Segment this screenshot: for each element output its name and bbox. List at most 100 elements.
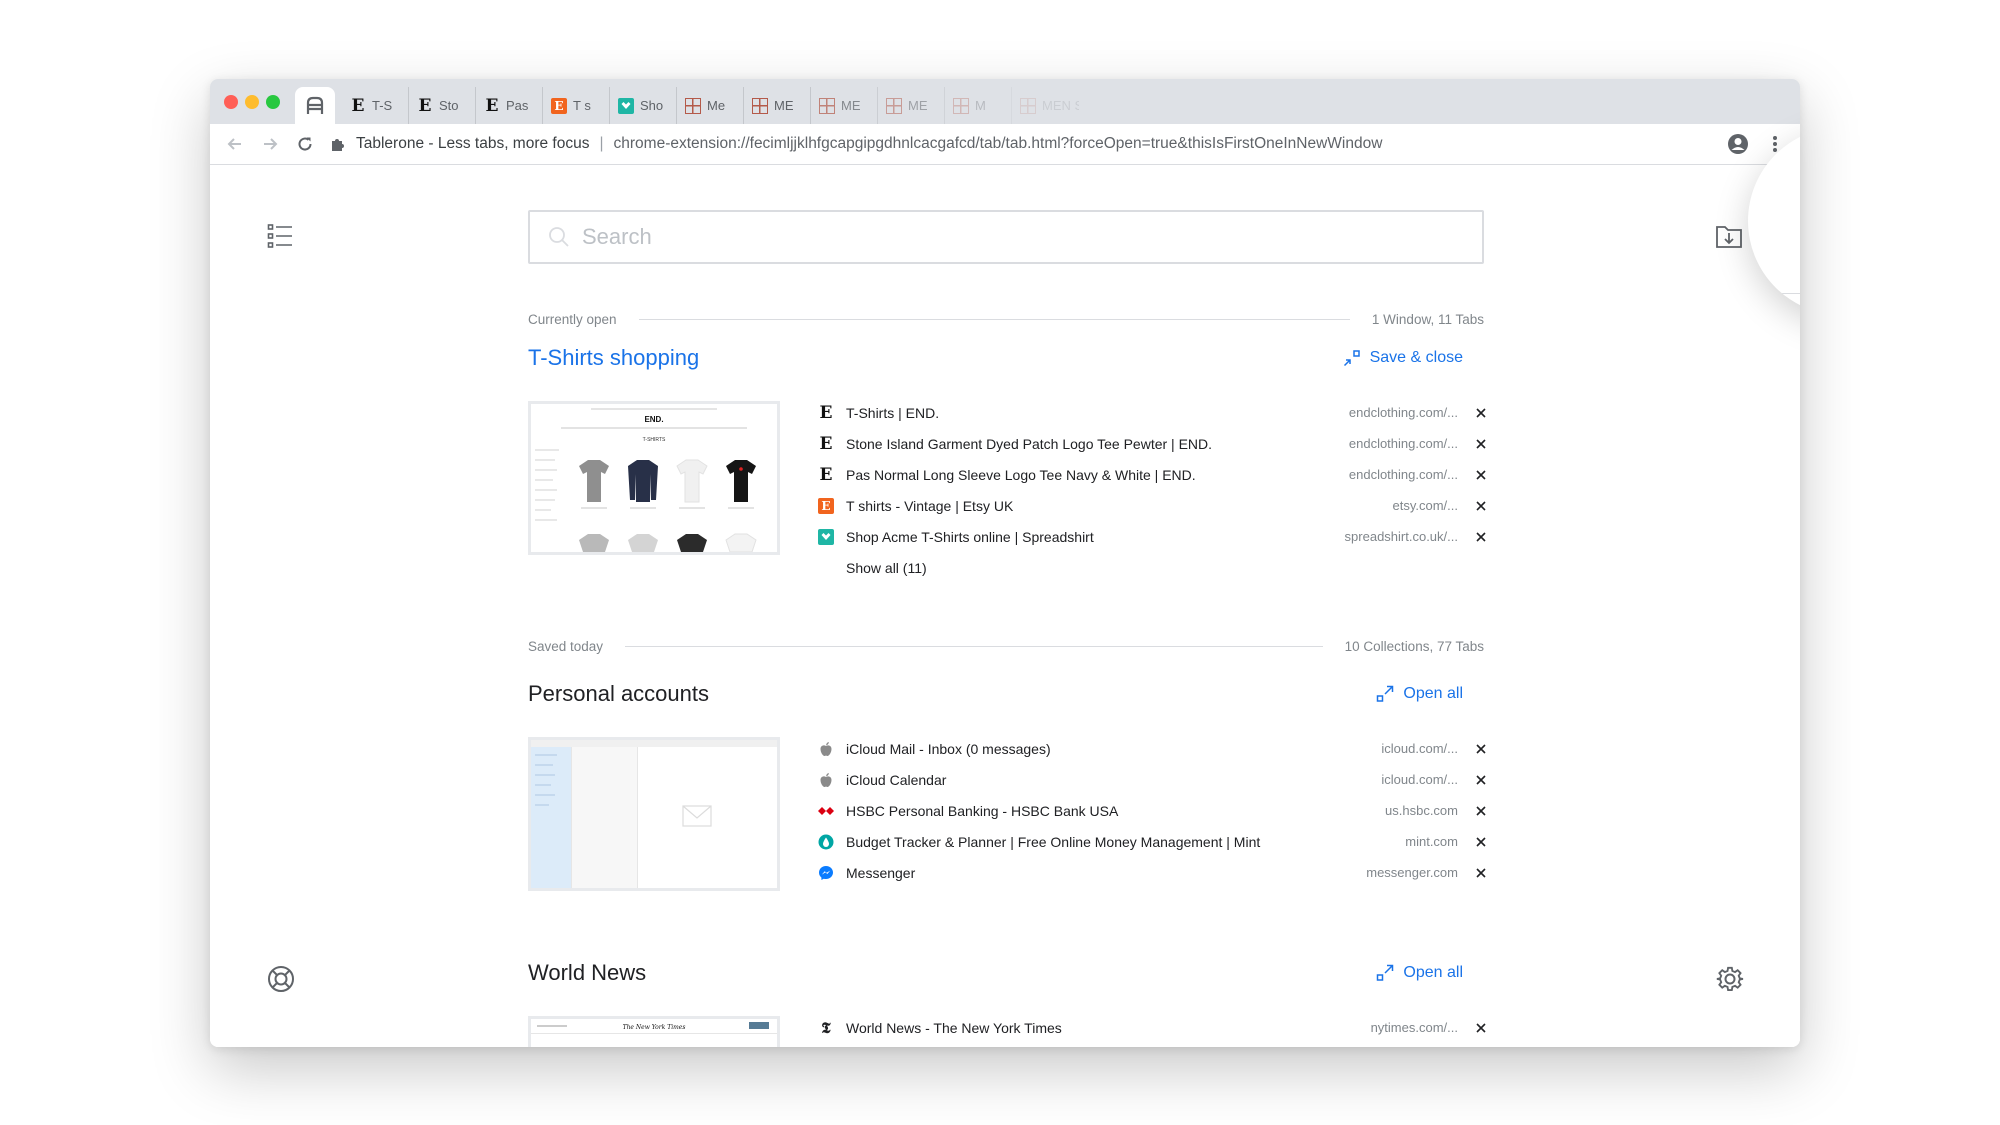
tab-row[interactable]: Shop Acme T-Shirts online | Spreadshirt … bbox=[818, 521, 1488, 552]
apple-icon bbox=[820, 772, 832, 787]
browser-tab[interactable]: MEN SS bbox=[1012, 87, 1079, 124]
forward-button[interactable] bbox=[258, 132, 282, 156]
tab-title: iCloud Mail - Inbox (0 messages) bbox=[846, 740, 1051, 757]
help-lifebuoy-icon[interactable] bbox=[267, 965, 295, 993]
close-tab-button[interactable] bbox=[1474, 437, 1488, 451]
browser-tab[interactable]: E Sto bbox=[409, 87, 476, 124]
address-bar[interactable]: Tablerone - Less tabs, more focus | chro… bbox=[330, 130, 1390, 158]
tab-row[interactable]: Messenger messenger.com bbox=[818, 857, 1488, 888]
close-icon bbox=[1476, 805, 1486, 816]
browser-tab[interactable]: ME bbox=[744, 87, 811, 124]
collection-tab-list: iCloud Mail - Inbox (0 messages) icloud.… bbox=[818, 733, 1488, 888]
list-view-icon[interactable] bbox=[267, 223, 293, 249]
browser-tab[interactable]: Sho bbox=[610, 87, 677, 124]
tab-title: World News - The New York Times bbox=[846, 1019, 1062, 1036]
close-tab-button[interactable] bbox=[1474, 1021, 1488, 1035]
collection-thumbnail[interactable]: END. T-SHIRTS bbox=[528, 401, 780, 555]
collapse-icon bbox=[1343, 350, 1360, 367]
minimize-window-button[interactable] bbox=[245, 95, 259, 109]
close-tab-button[interactable] bbox=[1474, 835, 1488, 849]
close-tab-button[interactable] bbox=[1474, 866, 1488, 880]
close-tab-button[interactable] bbox=[1474, 742, 1488, 756]
close-icon bbox=[1476, 836, 1486, 847]
grid-icon bbox=[1020, 97, 1036, 114]
tab-row[interactable]: Budget Tracker & Planner | Free Online M… bbox=[818, 826, 1488, 857]
end-icon: E bbox=[819, 402, 833, 423]
back-button[interactable] bbox=[223, 132, 247, 156]
collection-tab-list: 𝕿 World News - The New York Times nytime… bbox=[818, 1012, 1488, 1043]
browser-tab-label: Me bbox=[707, 98, 726, 113]
tab-row[interactable]: 𝕿 World News - The New York Times nytime… bbox=[818, 1012, 1488, 1043]
browser-tab[interactable]: Me bbox=[677, 87, 744, 124]
show-all-link[interactable]: Show all (11) bbox=[846, 560, 1488, 576]
nyt-icon: 𝕿 bbox=[821, 1018, 831, 1037]
section-label: Currently open bbox=[528, 311, 617, 327]
tab-row[interactable]: E Pas Normal Long Sleeve Logo Tee Navy &… bbox=[818, 459, 1488, 490]
browser-window: E T-S E Sto E Pas E T s Sho Me ME ME ME … bbox=[210, 79, 1800, 1047]
close-tab-button[interactable] bbox=[1474, 804, 1488, 818]
browser-tab-label: T s bbox=[573, 98, 591, 113]
tab-domain: endclothing.com/... bbox=[1348, 436, 1458, 451]
browser-tab-label: Sho bbox=[640, 98, 664, 113]
save-close-button[interactable]: Save & close bbox=[1343, 349, 1463, 367]
tab-domain: spreadshirt.co.uk/... bbox=[1344, 529, 1458, 544]
tab-title: Budget Tracker & Planner | Free Online M… bbox=[846, 833, 1261, 850]
close-tab-button[interactable] bbox=[1474, 499, 1488, 513]
close-icon bbox=[1476, 867, 1486, 878]
grid-icon bbox=[685, 97, 701, 114]
tab-tablerone[interactable] bbox=[295, 87, 335, 124]
profile-icon[interactable] bbox=[1727, 133, 1749, 155]
grid-icon bbox=[752, 97, 768, 114]
tab-row[interactable]: HSBC Personal Banking - HSBC Bank USA us… bbox=[818, 795, 1488, 826]
close-icon bbox=[1476, 438, 1486, 449]
section-summary: 10 Collections, 77 Tabs bbox=[1344, 638, 1484, 654]
tab-row[interactable]: iCloud Calendar icloud.com/... bbox=[818, 764, 1488, 795]
browser-tab[interactable]: ME bbox=[811, 87, 878, 124]
tab-list: E T-S E Sto E Pas E T s Sho Me ME ME ME … bbox=[342, 87, 1079, 124]
close-tab-button[interactable] bbox=[1474, 530, 1488, 544]
tab-domain: nytimes.com/... bbox=[1370, 1020, 1458, 1035]
browser-tab[interactable]: E T-S bbox=[342, 87, 409, 124]
grid-icon bbox=[953, 97, 969, 114]
open-all-button[interactable]: Open all bbox=[1376, 964, 1463, 982]
thumbnail-brand: END. bbox=[644, 415, 663, 424]
browser-tab[interactable]: M bbox=[945, 87, 1012, 124]
close-tab-button[interactable] bbox=[1474, 773, 1488, 787]
search-input[interactable] bbox=[580, 223, 1444, 251]
browser-tab[interactable]: E Pas bbox=[476, 87, 543, 124]
callout-toolbar-divider bbox=[1748, 293, 1800, 294]
collection-title[interactable]: Personal accounts bbox=[528, 681, 709, 707]
spreadshirt-icon bbox=[818, 528, 834, 545]
tab-row[interactable]: E T shirts - Vintage | Etsy UK etsy.com/… bbox=[818, 490, 1488, 521]
browser-tab[interactable]: ME bbox=[878, 87, 945, 124]
settings-gear-icon[interactable] bbox=[1716, 965, 1744, 993]
close-icon bbox=[1476, 469, 1486, 480]
maximize-window-button[interactable] bbox=[266, 95, 280, 109]
search-box[interactable] bbox=[528, 210, 1484, 264]
reload-button[interactable] bbox=[293, 132, 317, 156]
puzzle-icon bbox=[332, 139, 344, 151]
collection-title[interactable]: T-Shirts shopping bbox=[528, 345, 699, 371]
collection-thumbnail[interactable] bbox=[528, 737, 780, 891]
browser-tab-label: T-S bbox=[372, 98, 393, 113]
shop-page-preview: END. T-SHIRTS bbox=[531, 404, 777, 552]
tab-row[interactable]: E T-Shirts | END. endclothing.com/... bbox=[818, 397, 1488, 428]
close-tab-button[interactable] bbox=[1474, 468, 1488, 482]
close-window-button[interactable] bbox=[224, 95, 238, 109]
close-icon bbox=[1476, 1022, 1486, 1033]
thumbnail-heading: T-SHIRTS bbox=[643, 437, 666, 443]
collection-thumbnail[interactable]: The New York Times bbox=[528, 1016, 780, 1047]
browser-tab[interactable]: E T s bbox=[543, 87, 610, 124]
browser-tab-label: M bbox=[975, 98, 986, 113]
end-icon: E bbox=[819, 433, 833, 454]
tab-row[interactable]: E Stone Island Garment Dyed Patch Logo T… bbox=[818, 428, 1488, 459]
collection-title[interactable]: World News bbox=[528, 960, 646, 986]
close-icon bbox=[1476, 500, 1486, 511]
close-tab-button[interactable] bbox=[1474, 406, 1488, 420]
open-all-button[interactable]: Open all bbox=[1376, 685, 1463, 703]
expand-icon bbox=[1377, 685, 1394, 702]
import-folder-icon[interactable] bbox=[1715, 223, 1743, 249]
mint-icon bbox=[818, 834, 834, 849]
tab-title: Stone Island Garment Dyed Patch Logo Tee… bbox=[846, 435, 1213, 452]
tab-row[interactable]: iCloud Mail - Inbox (0 messages) icloud.… bbox=[818, 733, 1488, 764]
